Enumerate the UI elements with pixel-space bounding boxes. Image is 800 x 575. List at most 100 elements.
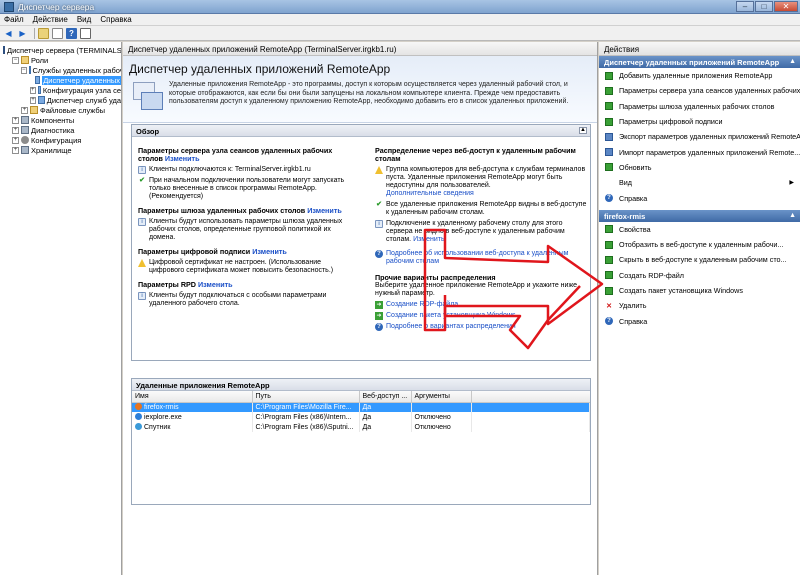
help-icon: ? [605,194,613,203]
action-item[interactable]: Обновить [599,160,800,175]
action-icon [605,163,613,172]
cell-web: Да [359,422,412,432]
expand-icon[interactable]: + [12,116,19,124]
gateway-settings-change-link[interactable]: Изменить [307,206,342,215]
blank-icon [605,179,613,187]
web-access-help-link[interactable]: Подробнее об использовании веб-доступа к… [386,250,587,266]
action-item[interactable]: Создать RDP-файл [599,268,800,283]
show-hide-tree-icon[interactable] [52,27,63,39]
tree-node[interactable]: + Хранилище [0,145,121,155]
tree-node[interactable]: + Конфигурация [0,135,121,145]
distribution-help-link[interactable]: Подробнее о вариантах распределения [386,323,516,331]
server-manager-icon [4,1,14,12]
info-icon: i [138,218,146,226]
action-item[interactable]: Импорт параметров удаленных приложений R… [599,144,800,159]
tree-node-label: Диспетчер удаленных [42,75,121,85]
column-name[interactable]: Имя [132,391,253,403]
action-item[interactable]: Параметры цифровой подписи [599,114,800,129]
comp-icon [21,146,29,154]
action-item[interactable]: Отобразить в веб-доступе к удаленным раб… [599,237,800,252]
maximize-button[interactable]: □ [755,1,773,12]
column-web-access[interactable]: Веб-доступ ... [359,391,412,403]
collapse-icon[interactable]: ▲ [789,58,796,65]
page-description: Удаленные приложения RemoteApp - это про… [169,81,569,105]
tree-node[interactable]: + Файловые службы [0,105,121,115]
all-apps-visible-text: Все удаленные приложения RemoteApp видны… [386,201,587,216]
tree-node[interactable]: Диспетчер удаленных [0,75,121,85]
cell-name: iexplore.exe [132,412,253,422]
action-item[interactable]: Параметры шлюза удаленных рабочих столов [599,99,800,114]
tree-node[interactable]: + Диспетчер служб уда [0,95,121,105]
app-icon [28,66,31,74]
programs-title: Удаленные приложения RemoteApp [136,381,270,390]
tree-node[interactable]: − Службы удаленных рабоч [0,65,121,75]
table-row[interactable]: firefox-rmis C:\Program Files\Mozilla Fir… [132,402,590,412]
collapse-icon[interactable]: − [12,56,19,64]
menu-view[interactable]: Вид [77,15,91,24]
create-rdp-link[interactable]: Создание RDP-файла [386,301,458,309]
overview-header[interactable]: Обзор ▲ [132,125,590,137]
menu-bar: Файл Действие Вид Справка [0,14,800,26]
tree-node-label: Службы удаленных рабоч [32,65,122,75]
action-item[interactable]: Вид ▶ [599,175,800,190]
actions-pane: Действия Диспетчер удаленных приложений … [599,42,800,575]
action-item[interactable]: Добавить удаленные приложения RemoteApp [599,68,800,83]
action-item[interactable]: Экспорт параметров удаленных приложений … [599,129,800,144]
properties-icon[interactable] [80,27,91,39]
minimize-button[interactable]: – [736,1,754,12]
menu-help[interactable]: Справка [100,15,131,24]
action-item[interactable]: Параметры сервера узла сеансов удаленных… [599,83,800,98]
signature-settings-change-link[interactable]: Изменить [252,247,287,256]
rdp-visibility-change-link[interactable]: Изменить [413,236,445,243]
tree-node[interactable]: Диспетчер сервера (TERMINALSE [0,45,121,55]
comp-icon [21,126,29,134]
collapse-icon[interactable]: − [21,66,27,74]
section-title: Диспетчер удаленных приложений RemoteApp [604,58,780,67]
cell-web: Да [359,402,412,412]
actions-title: Действия [599,42,800,56]
column-arguments[interactable]: Аргументы [411,391,472,403]
collapse-icon[interactable]: ▲ [579,127,587,134]
actions-section-selected-app[interactable]: firefox-rmis ▲ [599,209,800,222]
expand-icon[interactable]: + [12,136,19,144]
action-item[interactable]: ✕ Удалить [599,298,800,313]
menu-action[interactable]: Действие [33,15,68,24]
help-icon[interactable]: ? [66,27,77,39]
action-item[interactable]: Скрыть в веб-доступе к удаленным рабочим… [599,252,800,267]
collapse-icon[interactable]: ▲ [789,212,796,219]
tree-node[interactable]: + Конфигурация узла се [0,85,121,95]
back-icon[interactable]: ◀ [3,28,14,39]
action-item[interactable]: ? Справка [599,190,800,205]
column-path[interactable]: Путь [252,391,360,403]
action-item[interactable]: Создать пакет установщика Windows [599,283,800,298]
menu-file[interactable]: Файл [4,15,24,24]
more-info-link[interactable]: Дополнительные сведения [386,190,474,197]
action-item[interactable]: Свойства [599,222,800,237]
rdsh-settings-change-link[interactable]: Изменить [165,154,200,163]
tree-node[interactable]: + Диагностика [0,125,121,135]
expand-icon[interactable]: + [21,106,28,114]
expand-icon[interactable]: + [12,126,19,134]
expand-icon[interactable]: + [30,86,36,94]
action-icon [605,148,613,157]
pane-header: Диспетчер удаленных приложений RemoteApp… [123,42,597,56]
action-label: Отобразить в веб-доступе к удаленным раб… [619,240,784,250]
fold-icon [30,106,38,114]
arrow-icon: ➜ [375,312,383,320]
comp-icon [21,116,29,124]
cell-pad [471,402,590,412]
tree-node[interactable]: + Компоненты [0,115,121,125]
tree-node[interactable]: − Роли [0,55,121,65]
table-row[interactable]: Спутник C:\Program Files (x86)\Sputni... Д… [132,422,590,432]
expand-icon[interactable]: + [12,146,19,154]
rdp-settings-change-link[interactable]: Изменить [198,280,233,289]
action-icon [605,71,613,80]
close-button[interactable]: ✕ [774,1,798,12]
table-row[interactable]: iexplore.exe C:\Program Files (x86)\Inter… [132,412,590,422]
actions-section-remoteapp[interactable]: Диспетчер удаленных приложений RemoteApp… [599,56,800,68]
forward-icon[interactable]: ▶ [17,28,28,39]
create-msi-link[interactable]: Создание пакета установщика Windows [386,312,516,320]
up-folder-icon[interactable] [38,27,49,39]
action-item[interactable]: ? Справка [599,313,800,328]
expand-icon[interactable]: + [30,96,36,104]
